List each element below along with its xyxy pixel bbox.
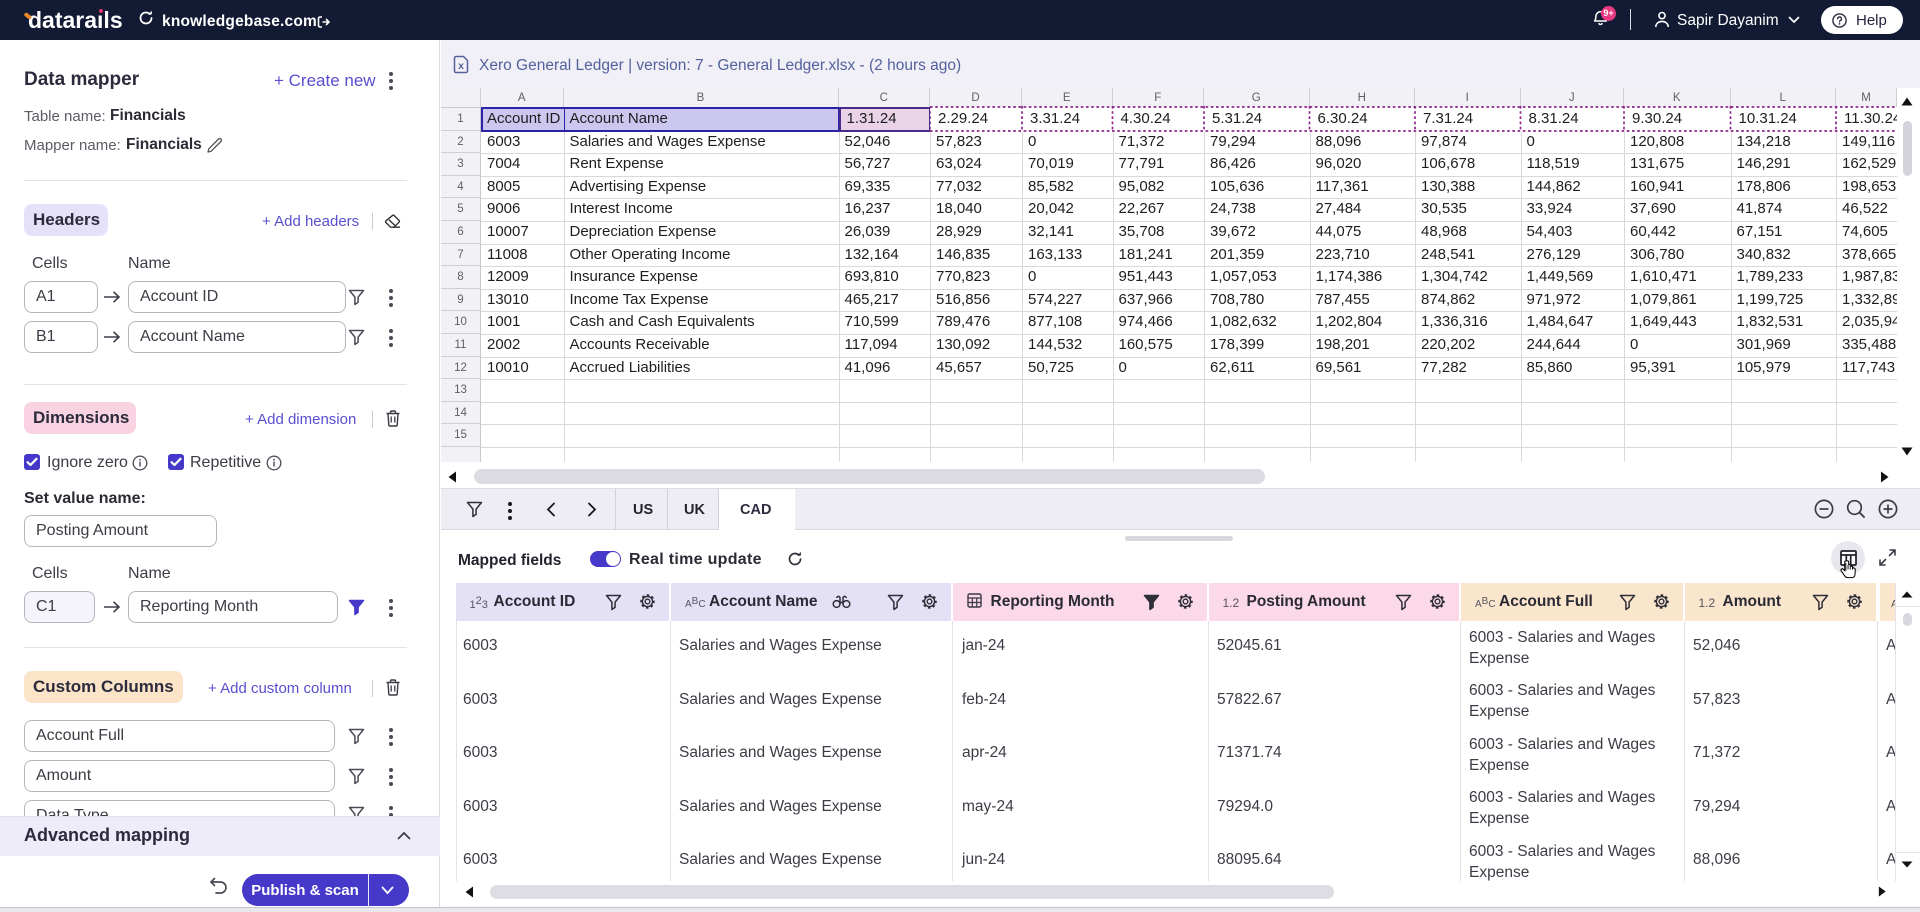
svg-text:x: x (458, 60, 464, 72)
